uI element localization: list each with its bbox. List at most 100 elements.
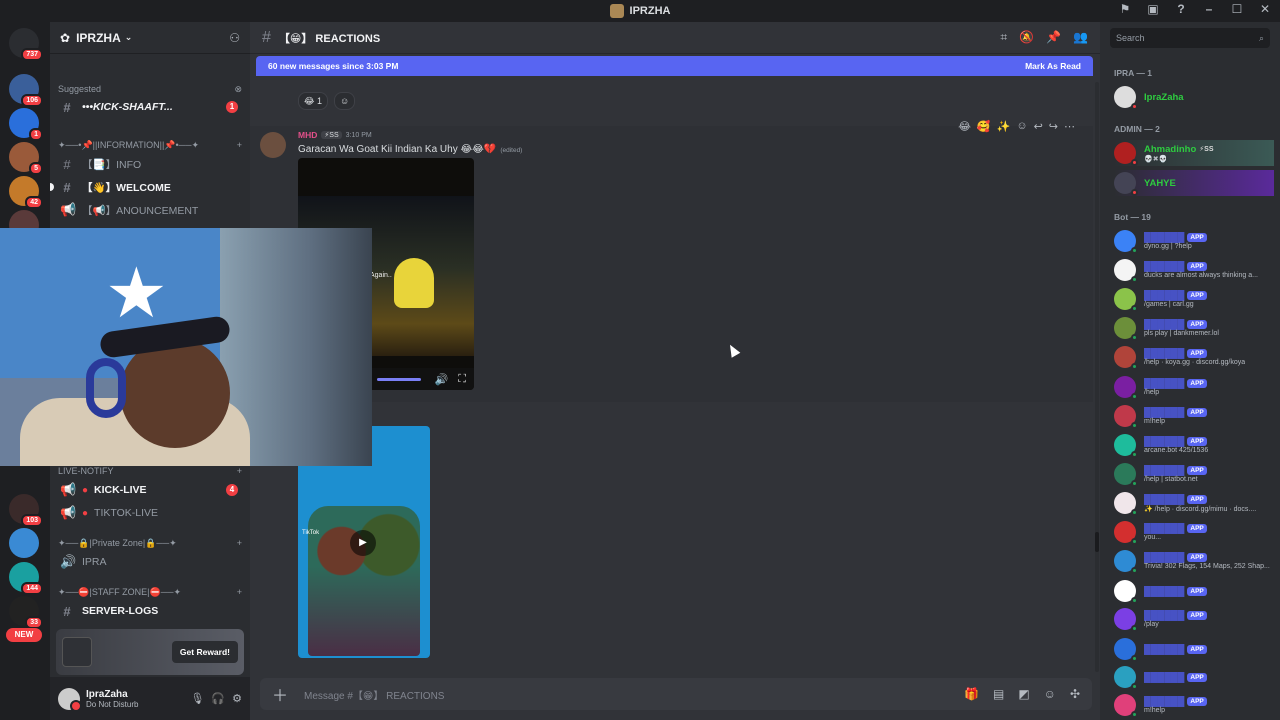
server-icon[interactable]: 106	[9, 74, 43, 107]
headphones-icon[interactable]: 🎧	[211, 692, 225, 705]
category-live-notify[interactable]: LIVE-NOTIFY +	[58, 466, 242, 476]
channel-kick-live[interactable]: 📢 ● KICK-LIVE 4	[58, 479, 242, 501]
message-content: Garacan Wa Goat Kii Indian Ka Uhy 😂😂💔 (ed…	[298, 144, 522, 155]
server-icon[interactable]: 42	[9, 176, 43, 209]
volume-icon[interactable]: 🔊	[435, 373, 449, 386]
member-item-bot[interactable]: ██████ APP m!help	[1114, 692, 1274, 718]
app-tag: APP	[1187, 644, 1207, 654]
gif-icon[interactable]: ▤	[993, 687, 1004, 701]
add-reaction-icon[interactable]: ☺	[1016, 120, 1027, 133]
member-item-bot[interactable]: ██████ APP	[1114, 636, 1274, 662]
help-icon[interactable]: ?	[1172, 2, 1190, 16]
channel-server-logs[interactable]: # SERVER-LOGS	[58, 600, 242, 622]
scrollbar-thumb[interactable]	[1095, 532, 1099, 552]
close-icon[interactable]: ⊗	[234, 84, 242, 95]
member-item-bot[interactable]: ██████ APP/help	[1114, 374, 1274, 400]
microphone-icon[interactable]: 🎙	[190, 692, 204, 705]
channel-welcome[interactable]: # 【👋】WELCOME	[50, 176, 242, 198]
member-item[interactable]: Ahmadinho ⚡SS 💀✖💀	[1114, 140, 1274, 166]
member-info: ██████ APP you...	[1144, 523, 1207, 541]
avatar[interactable]	[58, 687, 82, 712]
get-reward-button[interactable]: Get Reward!	[171, 641, 238, 663]
quick-reaction-icon[interactable]: 🥰	[977, 120, 991, 133]
search-input[interactable]: Search ⌕	[1110, 28, 1270, 48]
member-item-bot[interactable]: ██████ APP	[1114, 664, 1274, 690]
reaction-pill[interactable]: 😂 1	[298, 92, 329, 110]
mark-as-read-button[interactable]: Mark As Read	[1025, 61, 1081, 71]
member-item[interactable]: YAHYE	[1114, 170, 1274, 196]
reply-icon[interactable]: ↩	[1034, 120, 1043, 133]
channel-announcement[interactable]: 📢 【📢】ANOUNCEMENT	[58, 199, 242, 221]
server-icon[interactable]	[9, 528, 39, 558]
server-icon[interactable]: 33	[9, 596, 43, 629]
member-info: ██████ APP ducks are almost always thinkin…	[1144, 261, 1258, 279]
quick-reaction-icon[interactable]: ✨	[997, 120, 1011, 133]
member-item-bot[interactable]: ██████ APP ✨ /help · discord.gg/mimu · doc…	[1114, 490, 1274, 516]
member-item-bot[interactable]: ██████ APP/play	[1114, 606, 1274, 632]
server-icon[interactable]: 144	[9, 562, 43, 595]
server-icon[interactable]: 103	[9, 494, 43, 527]
volume-slider[interactable]	[376, 377, 421, 381]
emoji-icon[interactable]: ☺	[1044, 687, 1056, 701]
gear-icon[interactable]: ⚙	[232, 692, 242, 705]
category-staff-zone[interactable]: ✦──⛔|STAFF ZONE|⛔──✦ +	[58, 587, 242, 598]
fullscreen-icon[interactable]: ⛶	[458, 373, 466, 386]
home-button[interactable]: 737	[9, 28, 43, 61]
channel-tiktok-live[interactable]: 📢 ● TIKTOK-LIVE	[58, 502, 242, 524]
notification-bell-icon[interactable]: 🔕	[1019, 30, 1034, 45]
channel-ipra[interactable]: 🔊 IPRA	[58, 551, 242, 573]
add-member-icon[interactable]: ⚇	[229, 31, 240, 45]
forward-icon[interactable]: ↪	[1049, 120, 1058, 133]
pin-icon[interactable]: 📌	[1046, 30, 1061, 45]
member-item-bot[interactable]: ██████ APP dyno.gg | ?help	[1114, 228, 1274, 254]
member-item-bot[interactable]: ██████ APP m!help	[1114, 403, 1274, 429]
author-name[interactable]: MHD	[298, 130, 317, 140]
more-icon[interactable]: ⋯	[1064, 120, 1075, 133]
scrollbar[interactable]	[1095, 82, 1099, 672]
add-reaction-button[interactable]: ☺	[334, 92, 356, 110]
avatar[interactable]	[260, 132, 286, 158]
channel-suggested[interactable]: # •••KICK-SHAAFT... 1	[58, 96, 242, 118]
maximize-button[interactable]: ☐	[1228, 2, 1246, 16]
server-icon[interactable]: 5	[9, 142, 43, 175]
message-composer[interactable]: ＋ Message #【😁】 REACTIONS 🎁 ▤ ◩ ☺ ✣	[260, 678, 1092, 710]
member-item-bot[interactable]: ██████ APP/games | carl.gg	[1114, 286, 1274, 312]
user-info[interactable]: IpraZaha Do Not Disturb	[86, 689, 138, 709]
play-icon[interactable]: ▶	[350, 530, 376, 556]
status-dot	[1131, 625, 1138, 632]
member-item-bot[interactable]: ██████ APP arcane.bot 425/1536	[1114, 432, 1274, 458]
new-messages-banner[interactable]: 60 new messages since 3:03 PM Mark As Re…	[256, 56, 1093, 76]
add-channel-icon[interactable]: +	[237, 140, 242, 151]
screen-icon[interactable]: ▣	[1144, 2, 1162, 16]
upload-plus-icon[interactable]: ＋	[272, 682, 288, 706]
composer-placeholder[interactable]: Message #【😁】 REACTIONS	[304, 687, 444, 702]
member-list-icon[interactable]: 👥	[1073, 30, 1088, 45]
category-private-zone[interactable]: ✦──🔒|Private Zone|🔒──✦ +	[58, 538, 242, 549]
channel-info[interactable]: # 【📑】INFO	[58, 153, 242, 175]
member-item-bot[interactable]: ██████ APP ducks are almost always thinkin…	[1114, 257, 1274, 283]
new-servers-pill[interactable]: NEW	[6, 628, 42, 642]
guild-header[interactable]: ✿ IPRZHA ⌄ ⚇	[50, 22, 250, 54]
member-item-bot[interactable]: ██████ APP Trivia! 302 Flags, 154 Maps, 25…	[1114, 548, 1274, 574]
gift-icon[interactable]: 🎁	[964, 687, 979, 701]
add-channel-icon[interactable]: +	[237, 587, 242, 598]
member-item-bot[interactable]: ██████ APP	[1114, 578, 1274, 604]
member-item-bot[interactable]: ██████ APP you...	[1114, 519, 1274, 545]
quick-reaction-icon[interactable]: 😂	[958, 120, 971, 133]
threads-icon[interactable]: ⌗	[1000, 30, 1007, 45]
minimize-button[interactable]: –	[1200, 2, 1218, 16]
member-item-bot[interactable]: ██████ APP/help | statbot.net	[1114, 461, 1274, 487]
add-channel-icon[interactable]: +	[237, 538, 242, 549]
apps-icon[interactable]: ✣	[1070, 687, 1080, 701]
member-item[interactable]: IpraZaha	[1114, 84, 1274, 110]
inbox-icon[interactable]: ⚑	[1116, 2, 1134, 16]
member-item-bot[interactable]: ██████ APP pls play | dankmemer.lol	[1114, 315, 1274, 341]
close-button[interactable]: ✕	[1256, 2, 1274, 16]
server-icon[interactable]: 1	[9, 108, 43, 141]
add-channel-icon[interactable]: +	[237, 466, 242, 476]
bot-name-redacted: ██████	[1144, 232, 1185, 243]
member-item-bot[interactable]: ██████ APP/help · koya.gg · discord.gg/ko…	[1114, 344, 1274, 370]
sticker-icon[interactable]: ◩	[1018, 687, 1029, 701]
category-information[interactable]: ✦──•📌||INFORMATION||📌•──✦ +	[58, 140, 242, 151]
hash-icon: #	[262, 28, 271, 46]
